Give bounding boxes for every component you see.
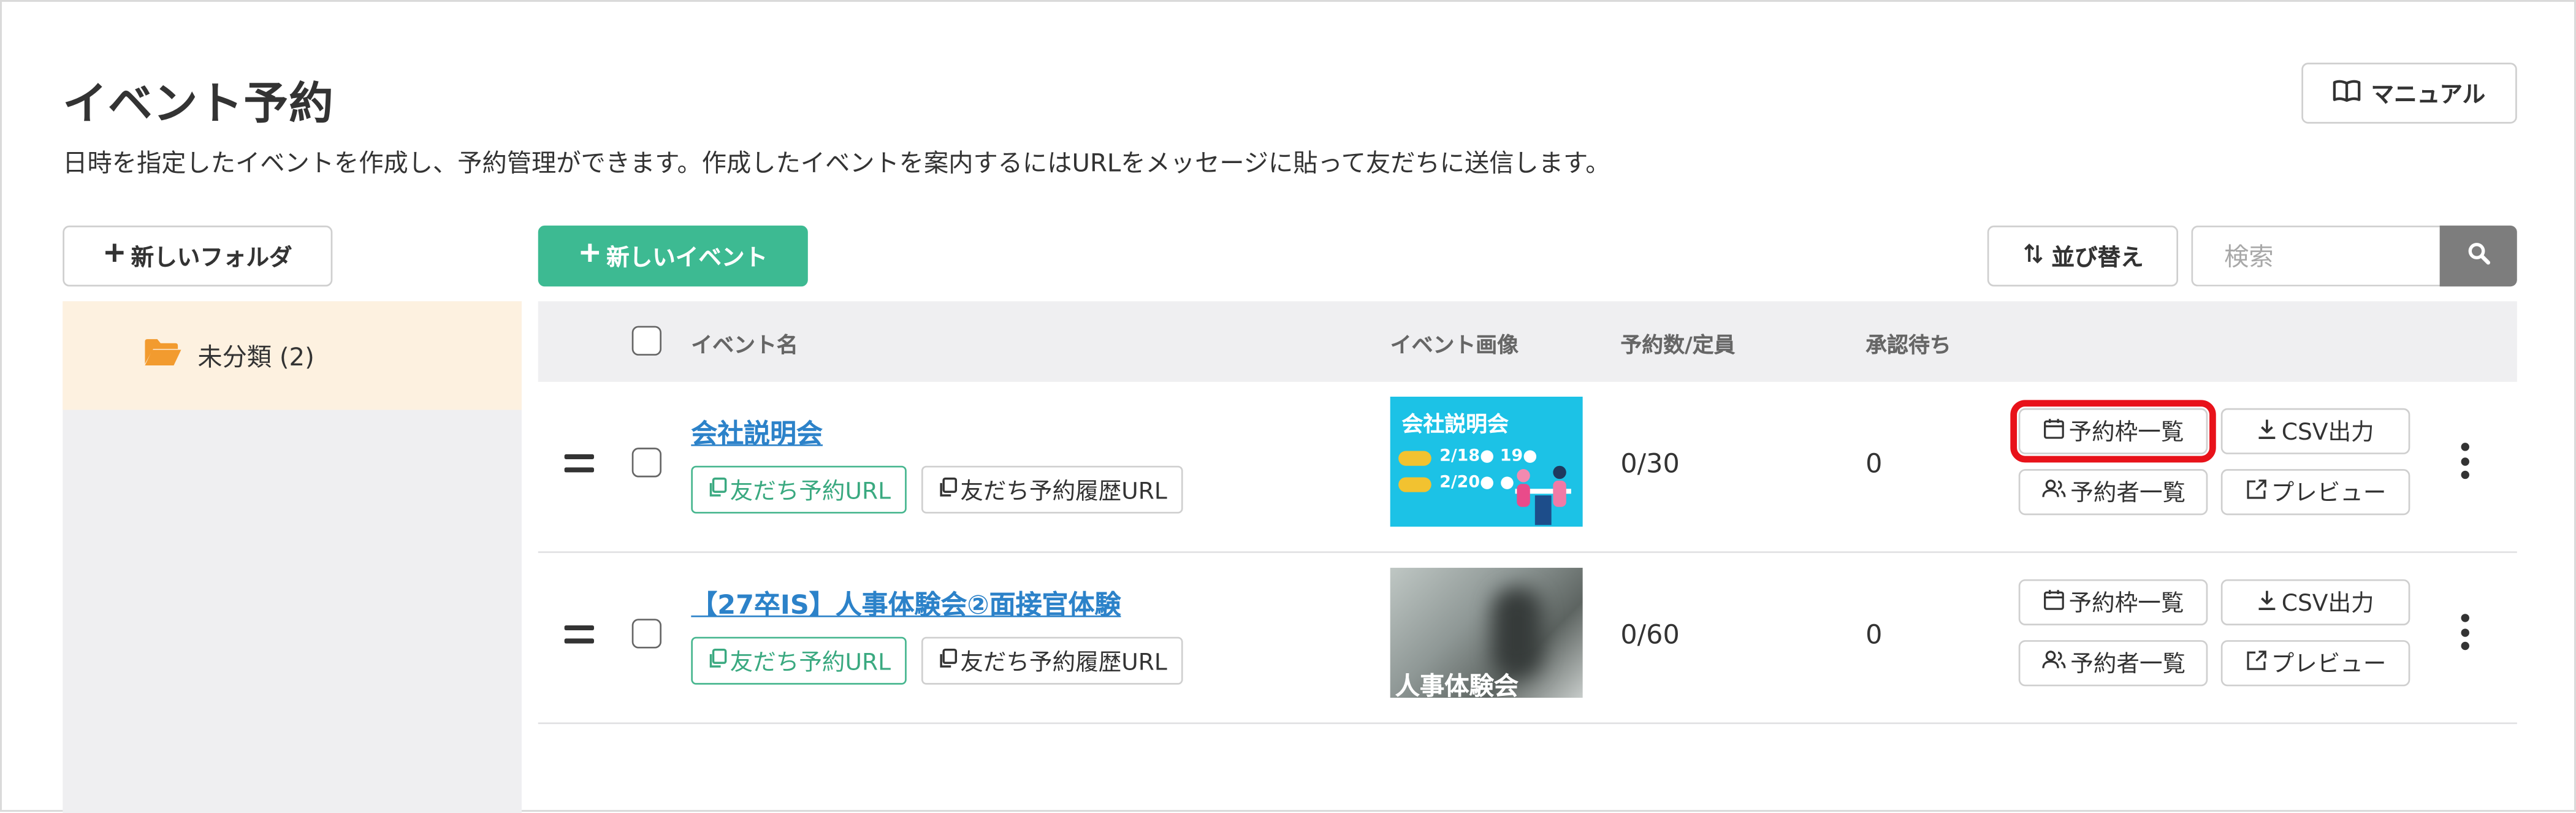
- more-menu-icon[interactable]: [2458, 443, 2471, 479]
- slot-list-label: 予約枠一覧: [2068, 419, 2184, 446]
- new-event-label: 新しいイベント: [606, 244, 768, 271]
- plus-icon: [578, 242, 600, 270]
- thumbnail-date-2: 2/20● ●: [1439, 474, 1515, 492]
- thumbnail-badge: [1398, 451, 1431, 466]
- preview-label: プレビュー: [2271, 651, 2387, 678]
- external-preview-icon: [2245, 478, 2266, 506]
- reservation-count: 0/30: [1620, 448, 1680, 479]
- friend-reservation-url-button[interactable]: 友だち予約URL: [691, 465, 907, 514]
- calendar-icon: [2043, 418, 2064, 446]
- pending-count: 0: [1865, 448, 1883, 479]
- sort-arrows-icon: [2022, 241, 2045, 270]
- plus-icon: [103, 242, 124, 270]
- download-icon: [2257, 418, 2276, 446]
- download-icon: [2257, 589, 2276, 617]
- search-button[interactable]: [2439, 225, 2517, 287]
- event-name-link[interactable]: 会社説明会: [691, 411, 823, 451]
- folder-label: 未分類 (2): [197, 342, 314, 372]
- sort-button-label: 並び替え: [2051, 244, 2144, 271]
- friend-reservation-url-button[interactable]: 友だち予約URL: [691, 636, 907, 685]
- sort-button[interactable]: 並び替え: [1987, 225, 2179, 287]
- preview-button[interactable]: プレビュー: [2220, 469, 2410, 516]
- friend-history-url-label: 友だち予約履歴URL: [960, 649, 1167, 676]
- event-thumbnail: 会社説明会 2/18● 19● 2/20● ●: [1390, 396, 1583, 527]
- slot-list-button[interactable]: 予約枠一覧: [2010, 400, 2216, 463]
- reserver-list-label: 予約者一覧: [2070, 480, 2186, 507]
- header-pending: 承認待ち: [1865, 334, 1951, 359]
- folder-open-icon: [143, 337, 183, 373]
- table-header: イベント名 イベント画像 予約数/定員 承認待ち: [538, 301, 2517, 382]
- book-open-icon: [2333, 78, 2361, 108]
- preview-button[interactable]: プレビュー: [2220, 640, 2410, 687]
- csv-export-label: CSV出力: [2281, 590, 2374, 617]
- copy-icon: [937, 647, 957, 674]
- thumbnail-text: 人事体験会: [1395, 671, 1519, 698]
- more-menu-icon[interactable]: [2458, 614, 2471, 651]
- folder-item-uncategorized[interactable]: 未分類 (2): [63, 301, 522, 410]
- app-window: イベント予約 日時を指定したイベントを作成し、予約管理ができます。作成したイベン…: [0, 0, 2576, 813]
- folder-sidebar: 未分類 (2): [63, 301, 522, 813]
- thumbnail-title: 会社説明会: [1401, 413, 1509, 438]
- event-name-link[interactable]: 【27卒IS】人事体験会②面接官体験: [691, 582, 1121, 622]
- users-icon: [2041, 650, 2065, 676]
- csv-export-button[interactable]: CSV出力: [2220, 408, 2410, 454]
- friend-history-url-label: 友だち予約履歴URL: [960, 478, 1167, 505]
- drag-handle-icon[interactable]: [564, 454, 594, 473]
- copy-icon: [937, 476, 957, 503]
- users-icon: [2041, 479, 2065, 505]
- friend-reservation-url-label: 友だち予約URL: [730, 478, 891, 505]
- page-title: イベント予約: [63, 79, 335, 131]
- table-row: 会社説明会 友だち予約URL 友だち予約履歴URL 会社説明会 2/18● 19…: [538, 382, 2517, 553]
- table-row: 【27卒IS】人事体験会②面接官体験 友だち予約URL 友だち予約履歴URL 人…: [538, 553, 2517, 724]
- header-reservations: 予約数/定員: [1620, 334, 1736, 359]
- app-content: イベント予約 日時を指定したイベントを作成し、予約管理ができます。作成したイベン…: [2, 2, 2576, 813]
- copy-icon: [707, 647, 726, 674]
- csv-export-button[interactable]: CSV出力: [2220, 579, 2410, 625]
- friend-history-url-button[interactable]: 友だち予約履歴URL: [921, 465, 1183, 514]
- select-all-checkbox[interactable]: [631, 326, 662, 356]
- pending-count: 0: [1865, 619, 1883, 651]
- reserver-list-button[interactable]: 予約者一覧: [2018, 640, 2208, 687]
- new-folder-button[interactable]: 新しいフォルダ: [63, 225, 333, 287]
- search-icon: [2467, 240, 2490, 272]
- slot-list-label: 予約枠一覧: [2068, 590, 2184, 617]
- drag-handle-icon[interactable]: [564, 625, 594, 644]
- slot-list-button[interactable]: 予約枠一覧: [2018, 579, 2208, 625]
- thumbnail-badge: [1398, 477, 1431, 492]
- page-description: 日時を指定したイベントを作成し、予約管理ができます。作成したイベントを案内するに…: [63, 148, 1610, 178]
- copy-icon: [707, 476, 726, 503]
- thumbnail-illustration: [1515, 465, 1571, 525]
- new-event-button[interactable]: 新しいイベント: [538, 225, 808, 287]
- thumbnail-person: [1492, 587, 1542, 678]
- row-checkbox[interactable]: [631, 448, 662, 478]
- csv-export-label: CSV出力: [2281, 419, 2374, 446]
- search-input[interactable]: [2191, 225, 2442, 287]
- preview-label: プレビュー: [2271, 480, 2387, 507]
- new-folder-label: 新しいフォルダ: [131, 244, 292, 271]
- row-checkbox[interactable]: [631, 619, 662, 649]
- friend-reservation-url-label: 友だち予約URL: [730, 649, 891, 676]
- event-thumbnail: 人事体験会: [1390, 568, 1583, 698]
- header-event-name: イベント名: [691, 334, 798, 359]
- reserver-list-label: 予約者一覧: [2070, 651, 2186, 678]
- manual-button-label: マニュアル: [2371, 82, 2486, 109]
- external-preview-icon: [2245, 649, 2266, 678]
- reservation-count: 0/60: [1620, 619, 1680, 651]
- friend-history-url-button[interactable]: 友だち予約履歴URL: [921, 636, 1183, 685]
- calendar-icon: [2043, 589, 2064, 617]
- reserver-list-button[interactable]: 予約者一覧: [2018, 469, 2208, 516]
- header-event-image: イベント画像: [1390, 334, 1519, 359]
- manual-button[interactable]: マニュアル: [2301, 63, 2517, 124]
